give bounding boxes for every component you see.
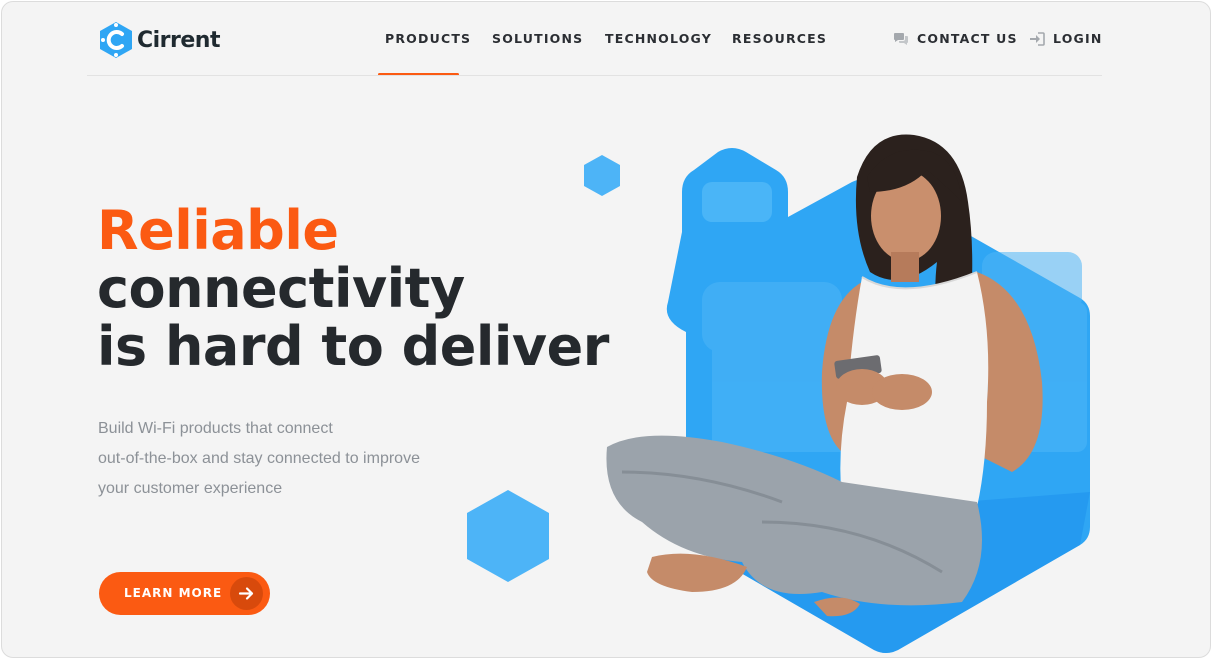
learn-more-button[interactable]: LEARN MORE bbox=[99, 572, 270, 615]
nav-item-technology[interactable]: TECHNOLOGY bbox=[605, 31, 712, 46]
chat-bubbles-icon bbox=[894, 32, 908, 45]
nav-item-solutions[interactable]: SOLUTIONS bbox=[492, 31, 583, 46]
sign-in-icon bbox=[1030, 31, 1045, 46]
subtitle-line-3: your customer experience bbox=[98, 480, 283, 497]
learn-more-label: LEARN MORE bbox=[124, 586, 223, 600]
subtitle-line-1: Build Wi-Fi products that connect bbox=[98, 420, 333, 437]
nav-item-resources[interactable]: RESOURCES bbox=[732, 31, 827, 46]
nav-item-products[interactable]: PRODUCTS bbox=[385, 31, 471, 46]
headline-line-3: is hard to deliver bbox=[97, 315, 609, 378]
headline-accent: Reliable bbox=[97, 199, 339, 262]
small-hexagon-bottom bbox=[467, 490, 549, 582]
header-divider bbox=[87, 75, 1102, 76]
sofa-shape bbox=[702, 252, 1087, 452]
smartphone bbox=[834, 355, 882, 379]
subtitle-line-2: out-of-the-box and stay connected to imp… bbox=[98, 450, 420, 467]
grey-pants bbox=[606, 435, 982, 606]
arrow-circle bbox=[230, 577, 263, 610]
hero-subtitle: Build Wi-Fi products that connect out-of… bbox=[98, 414, 420, 504]
hair bbox=[855, 134, 973, 347]
brand-logo[interactable]: Cirrent bbox=[98, 21, 221, 59]
hero-headline: Reliable connectivity is hard to deliver bbox=[97, 202, 609, 376]
arrow-right-icon bbox=[238, 587, 254, 600]
small-hexagon-top bbox=[584, 155, 620, 196]
page-frame: Cirrent PRODUCTS SOLUTIONS TECHNOLOGY RE… bbox=[1, 1, 1211, 658]
brand-name: Cirrent bbox=[137, 27, 221, 53]
contact-us-link[interactable]: CONTACT US bbox=[893, 31, 1018, 46]
headline-line-2: connectivity bbox=[97, 257, 465, 320]
login-label: LOGIN bbox=[1053, 31, 1103, 46]
login-link[interactable]: LOGIN bbox=[1029, 31, 1103, 46]
hexagon-c-logo-icon bbox=[100, 22, 132, 58]
contact-us-label: CONTACT US bbox=[917, 31, 1018, 46]
white-top bbox=[840, 272, 989, 507]
large-hexagon-backdrop bbox=[666, 148, 1090, 653]
